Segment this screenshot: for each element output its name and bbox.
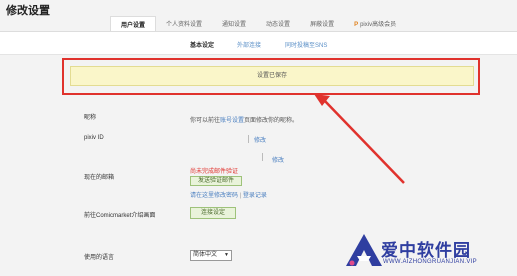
resend-verification-button[interactable]: 发送验证邮件 bbox=[190, 176, 242, 186]
change-password-link[interactable]: 请在这里修改密码 bbox=[190, 193, 238, 199]
tab-feed-settings[interactable]: 动态设置 bbox=[256, 16, 300, 30]
divider bbox=[262, 153, 263, 161]
pixiv-id-label: pixiv ID bbox=[84, 135, 104, 141]
sub-navigation: 基本设定 外部连接 同时投稿至SNS bbox=[0, 32, 517, 55]
hint-text: 你可以前往 bbox=[190, 118, 221, 124]
tab-label: 动态设置 bbox=[266, 22, 291, 28]
language-selected: 简体中文 bbox=[193, 252, 218, 258]
tab-premium[interactable]: Ppixiv高级会员 bbox=[344, 16, 406, 30]
email-edit-link[interactable]: 修改 bbox=[272, 155, 284, 164]
divider bbox=[248, 135, 249, 143]
tab-label: 通知设置 bbox=[222, 22, 247, 28]
pixiv-premium-icon: P bbox=[354, 22, 359, 28]
subnav-sns[interactable]: 同时投稿至SNS bbox=[285, 40, 327, 49]
hint-text: 页面修改你的昵称。 bbox=[244, 118, 299, 124]
watermark-text: 爱中软件园 bbox=[381, 241, 471, 261]
subnav-basic[interactable]: 基本设定 bbox=[190, 40, 214, 49]
tab-block-settings[interactable]: 屏蔽设置 bbox=[300, 16, 344, 30]
tab-label: 屏蔽设置 bbox=[310, 22, 335, 28]
tab-label: 个人资料设置 bbox=[166, 22, 203, 28]
language-label: 使用的语言 bbox=[84, 255, 115, 261]
settings-tabs: 用户设置 个人资料设置 通知设置 动态设置 屏蔽设置 Ppixiv高级会员 bbox=[110, 16, 406, 31]
page-title: 修改设置 bbox=[6, 5, 50, 17]
comicmarket-label: 前往Comicmarket介绍画面 bbox=[84, 213, 156, 219]
language-select[interactable]: 简体中文 ▼ bbox=[190, 250, 232, 261]
connection-settings-button[interactable]: 连接设定 bbox=[190, 207, 236, 219]
email-links: 请在这里修改密码 | 登录记录 bbox=[190, 190, 267, 199]
login-history-link[interactable]: 登录记录 bbox=[243, 193, 267, 199]
email-unverified-warning: 尚未完成邮件验证 bbox=[190, 169, 239, 175]
email-label: 现在的邮箱 bbox=[84, 175, 115, 181]
nickname-hint: 你可以前往账号设置页面修改你的昵称。 bbox=[190, 115, 298, 124]
pixiv-id-edit-link[interactable]: 修改 bbox=[254, 135, 266, 144]
tab-label: 用户设置 bbox=[121, 23, 146, 29]
tab-notification-settings[interactable]: 通知设置 bbox=[212, 16, 256, 30]
watermark-url: WWW.AIZHONGRUANJIAN.VIP bbox=[383, 259, 477, 265]
subnav-external[interactable]: 外部连接 bbox=[237, 40, 261, 49]
annotation-arrow-icon bbox=[314, 94, 405, 184]
chevron-down-icon: ▼ bbox=[224, 252, 229, 258]
tab-profile-settings[interactable]: 个人资料设置 bbox=[156, 16, 212, 30]
account-settings-link[interactable]: 账号设置 bbox=[220, 118, 244, 124]
highlight-frame bbox=[62, 58, 480, 95]
watermark-logo-icon bbox=[346, 234, 382, 266]
tab-label: pixiv高级会员 bbox=[360, 22, 397, 28]
tab-user-settings[interactable]: 用户设置 bbox=[110, 16, 157, 31]
nickname-label: 昵称 bbox=[84, 115, 97, 121]
